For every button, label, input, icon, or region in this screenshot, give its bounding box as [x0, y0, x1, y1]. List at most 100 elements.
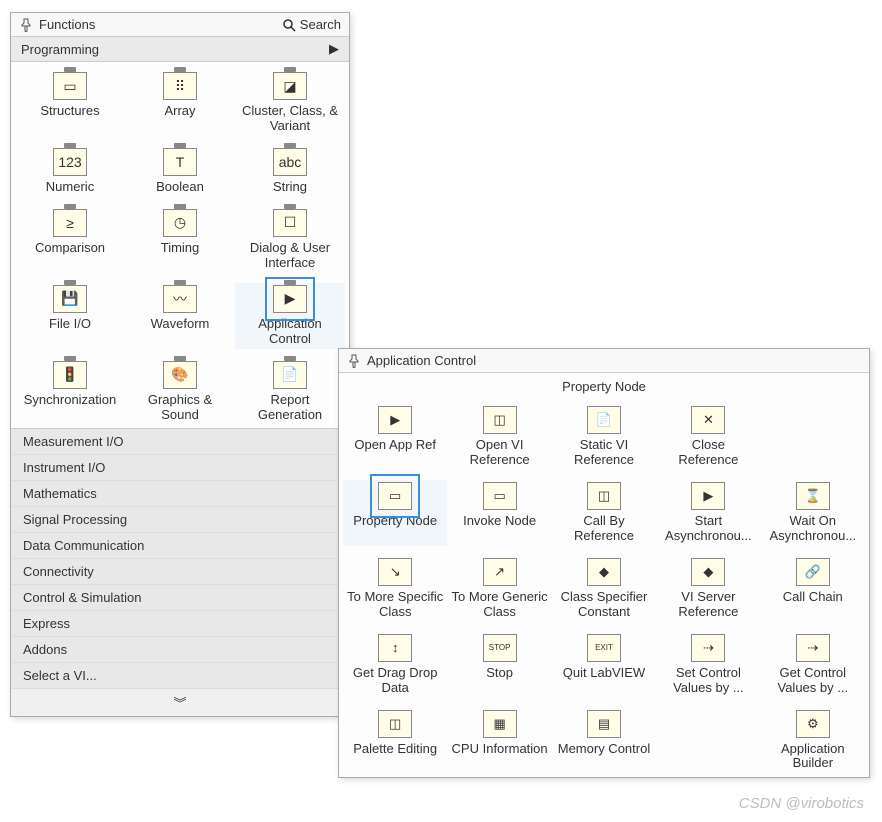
- palette-item[interactable]: ⚙Application Builder: [761, 708, 865, 774]
- palette-item-label: Waveform: [151, 317, 210, 332]
- palette-item[interactable]: ▭ Invoke Node: [447, 480, 551, 546]
- palette-item-icon: ▤: [587, 710, 621, 738]
- palette-item[interactable]: T Boolean: [125, 146, 235, 197]
- palette-item[interactable]: ◆Class Specifier Constant: [552, 556, 656, 622]
- category-row[interactable]: Select a VI...: [11, 663, 349, 689]
- selection-heading: Property Node: [339, 373, 869, 396]
- functions-title: Functions: [39, 17, 95, 32]
- palette-item-label: File I/O: [49, 317, 91, 332]
- palette-item[interactable]: ↘To More Specific Class: [343, 556, 447, 622]
- palette-item[interactable]: ⠿Array: [125, 70, 235, 136]
- category-row[interactable]: Instrument I/O: [11, 455, 349, 481]
- palette-item-label: Open App Ref: [354, 438, 436, 453]
- palette-item-icon: ◷: [163, 209, 197, 237]
- palette-item[interactable]: ▦CPU Information: [447, 708, 551, 774]
- programming-grid: ▭Structures⠿Array◪Cluster, Class, & Vari…: [11, 62, 349, 428]
- category-bar[interactable]: Programming ▶: [11, 37, 349, 62]
- palette-item-icon: T: [163, 148, 197, 176]
- palette-item-label: String: [273, 180, 307, 195]
- palette-item-label: Timing: [161, 241, 200, 256]
- category-row[interactable]: Connectivity: [11, 559, 349, 585]
- palette-item[interactable]: 📄Static VI Reference: [552, 404, 656, 470]
- category-row[interactable]: Express: [11, 611, 349, 637]
- palette-item[interactable]: ▭Structures: [15, 70, 125, 136]
- palette-item[interactable]: abc String: [235, 146, 345, 197]
- palette-item[interactable]: STOP Stop: [447, 632, 551, 698]
- palette-item-label: Comparison: [35, 241, 105, 256]
- palette-item[interactable]: ▭Property Node: [343, 480, 447, 546]
- palette-item-label: Stop: [486, 666, 513, 681]
- category-row[interactable]: Signal Processing: [11, 507, 349, 533]
- palette-item[interactable]: ✕ Close Reference: [656, 404, 760, 470]
- category-row[interactable]: Control & Simulation: [11, 585, 349, 611]
- palette-item-icon: EXIT: [587, 634, 621, 662]
- palette-item[interactable]: ◫Palette Editing: [343, 708, 447, 774]
- palette-item[interactable]: ◷ Timing: [125, 207, 235, 273]
- palette-item-label: Invoke Node: [463, 514, 536, 529]
- palette-item-icon: ✕: [691, 406, 725, 434]
- palette-item-icon: ▭: [378, 482, 412, 510]
- appctrl-titlebar: Application Control: [339, 349, 869, 373]
- palette-item-icon: STOP: [483, 634, 517, 662]
- palette-item[interactable]: ▶ Application Control: [235, 283, 345, 349]
- palette-item[interactable]: ◆VI Server Reference: [656, 556, 760, 622]
- palette-item-label: Get Drag Drop Data: [347, 666, 443, 696]
- palette-item[interactable]: ◫Open VI Reference: [447, 404, 551, 470]
- palette-item[interactable]: ↗To More Generic Class: [447, 556, 551, 622]
- palette-item-label: Dialog & User Interface: [239, 241, 341, 271]
- palette-item-icon: ▶: [273, 285, 307, 313]
- palette-item-icon: 123: [53, 148, 87, 176]
- palette-item-label: Application Control: [239, 317, 341, 347]
- palette-item[interactable]: ◫Call By Reference: [552, 480, 656, 546]
- palette-item[interactable]: ▶Open App Ref: [343, 404, 447, 470]
- palette-item[interactable]: EXITQuit LabVIEW: [552, 632, 656, 698]
- appctrl-title: Application Control: [367, 353, 476, 368]
- palette-item[interactable]: 🎨Graphics & Sound: [125, 359, 235, 425]
- palette-item-icon: ☐: [273, 209, 307, 237]
- palette-item-label: Graphics & Sound: [129, 393, 231, 423]
- palette-item-label: Memory Control: [558, 742, 650, 757]
- palette-item[interactable]: 📄 Report Generation: [235, 359, 345, 425]
- palette-item-label: Boolean: [156, 180, 204, 195]
- palette-item-label: Open VI Reference: [451, 438, 547, 468]
- palette-item-label: Close Reference: [660, 438, 756, 468]
- palette-item[interactable]: 123Numeric: [15, 146, 125, 197]
- category-row[interactable]: Addons: [11, 637, 349, 663]
- category-row[interactable]: Mathematics: [11, 481, 349, 507]
- palette-item-label: Synchronization: [24, 393, 117, 408]
- palette-item[interactable]: ⌛Wait On Asynchronou...: [761, 480, 865, 546]
- palette-item[interactable]: ↕Get Drag Drop Data: [343, 632, 447, 698]
- palette-item-icon: ▭: [483, 482, 517, 510]
- palette-item-icon: ⇢: [796, 634, 830, 662]
- expand-button[interactable]: ︾: [11, 689, 349, 716]
- application-control-palette: Application Control Property Node ▶Open …: [338, 348, 870, 778]
- watermark: CSDN @virobotics: [739, 795, 864, 812]
- palette-item-icon: ⇢: [691, 634, 725, 662]
- palette-item-icon: 🚦: [53, 361, 87, 389]
- palette-item[interactable]: 〰 Waveform: [125, 283, 235, 349]
- pin-icon[interactable]: [347, 354, 361, 368]
- pin-icon[interactable]: [19, 18, 33, 32]
- palette-item[interactable]: ◪Cluster, Class, & Variant: [235, 70, 345, 136]
- palette-item[interactable]: 💾File I/O: [15, 283, 125, 349]
- search-button[interactable]: Search: [282, 17, 341, 32]
- palette-item-label: CPU Information: [452, 742, 548, 757]
- category-row[interactable]: Measurement I/O: [11, 429, 349, 455]
- functions-palette: Functions Search Programming ▶ ▭Structur…: [10, 12, 350, 717]
- palette-item[interactable]: 🚦 Synchronization: [15, 359, 125, 425]
- palette-item[interactable]: ≥Comparison: [15, 207, 125, 273]
- palette-item[interactable]: ⇢Get Control Values by ...: [761, 632, 865, 698]
- palette-item-icon: abc: [273, 148, 307, 176]
- palette-item[interactable]: 🔗Call Chain: [761, 556, 865, 622]
- category-row[interactable]: Data Communication: [11, 533, 349, 559]
- palette-item[interactable]: ⇢Set Control Values by ...: [656, 632, 760, 698]
- palette-item[interactable]: ▤ Memory Control: [552, 708, 656, 774]
- palette-item-label: VI Server Reference: [660, 590, 756, 620]
- palette-item-icon: 〰: [163, 285, 197, 313]
- palette-item-label: Call Chain: [783, 590, 843, 605]
- palette-item-label: Report Generation: [239, 393, 341, 423]
- palette-item-icon: 📄: [273, 361, 307, 389]
- palette-item[interactable]: ▶Start Asynchronou...: [656, 480, 760, 546]
- palette-item-icon: ⠿: [163, 72, 197, 100]
- palette-item[interactable]: ☐ Dialog & User Interface: [235, 207, 345, 273]
